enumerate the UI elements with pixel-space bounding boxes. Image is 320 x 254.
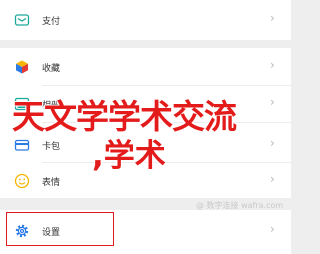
menu-item-payment[interactable]: 支付 › — [0, 3, 291, 37]
card-icon — [14, 139, 30, 151]
cube-icon — [16, 60, 28, 74]
overlay-title-line2: ,学术 — [92, 138, 166, 174]
menu-item-favorites[interactable]: 收藏 › — [0, 50, 291, 84]
menu-item-label: 表情 — [42, 178, 61, 188]
chevron-right-icon: › — [270, 58, 275, 72]
menu-item-label: 卡包 — [42, 142, 61, 152]
menu-card-payment: 支付 › — [0, 0, 291, 40]
menu-item-label: 支付 — [42, 17, 61, 27]
chevron-right-icon: › — [270, 136, 275, 150]
watermark: @ 数字连接 wafra.com — [196, 201, 284, 210]
settings-highlight-box — [6, 212, 114, 246]
chevron-right-icon: › — [270, 172, 275, 186]
divider — [42, 162, 291, 163]
wallet-icon — [14, 14, 30, 26]
menu-item-label: 收藏 — [42, 64, 61, 74]
chevron-right-icon: › — [270, 95, 275, 109]
chevron-right-icon: › — [270, 222, 275, 236]
smiley-icon — [14, 173, 30, 189]
chevron-right-icon: › — [270, 11, 275, 25]
divider — [42, 85, 291, 86]
